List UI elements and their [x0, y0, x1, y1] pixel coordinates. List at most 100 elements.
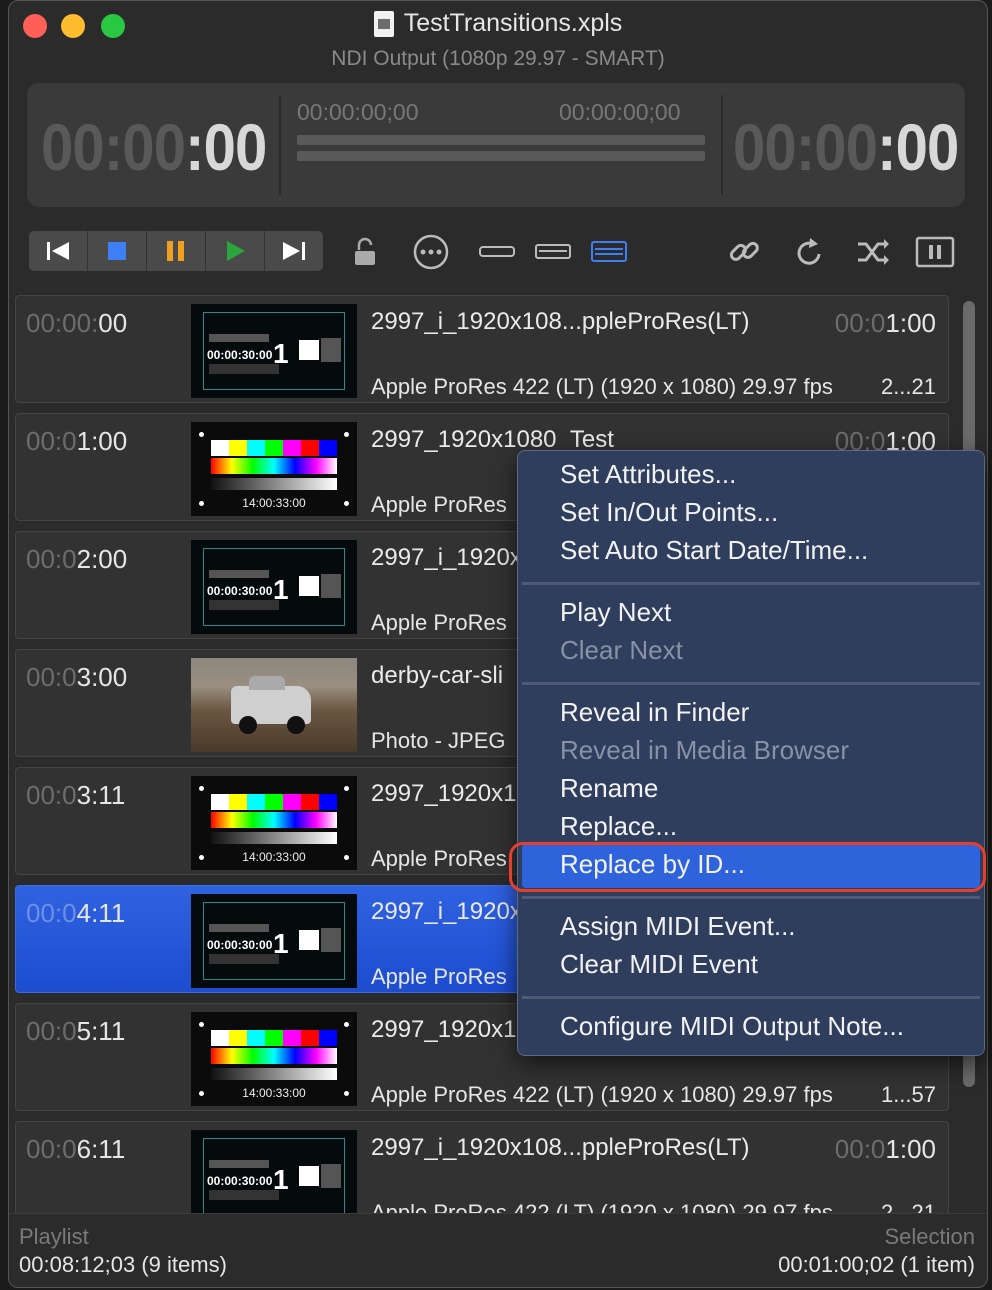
row-duration: 00:01:00 — [834, 308, 936, 338]
row-filename: 2997_i_1920x108...ppleProRes(LT) — [371, 1134, 750, 1161]
menu-item-set-attributes[interactable]: Set Attributes... — [560, 459, 736, 490]
row-start-timecode: 00:03:00 — [26, 662, 128, 692]
menu-item-set-in-out-points[interactable]: Set In/Out Points... — [560, 497, 778, 528]
status-footer: Playlist 00:08:12;03 (9 items) Selection… — [9, 1213, 987, 1287]
menu-separator — [522, 682, 980, 685]
row-start-timecode: 00:00:00 — [26, 308, 128, 338]
row-filename: 2997_i_1920x1 — [371, 544, 536, 571]
row-filename: derby-car-sli — [371, 662, 504, 689]
photo-thumbnail — [191, 658, 357, 752]
video-thumbnail: 14:00:33:00 — [191, 422, 357, 516]
menu-item-play-next[interactable]: Play Next — [560, 597, 671, 628]
play-icon — [227, 241, 245, 261]
row-start-timecode: 00:02:00 — [26, 544, 128, 574]
pause-icon — [167, 241, 184, 261]
skip-forward-icon — [283, 242, 305, 260]
small-tile-icon — [479, 246, 515, 257]
elapsed-timecode: 00:00:00 — [41, 110, 267, 184]
menu-item-set-auto-start-date-time[interactable]: Set Auto Start Date/Time... — [560, 535, 868, 566]
menu-separator — [522, 582, 980, 585]
row-format: Apple ProRes 422 (LT) (1920 x 1080) 29.9… — [371, 1082, 833, 1107]
video-thumbnail: 00:00:30:00 1 — [191, 1130, 357, 1213]
more-icon — [413, 234, 449, 270]
menu-item-replace[interactable]: Replace... — [560, 811, 677, 842]
row-start-timecode: 00:04:11 — [26, 898, 126, 928]
playlist-row[interactable]: 00:06:11 00:00:30:00 1 2997_i_1920x108...pp… — [15, 1121, 949, 1213]
pause-box-icon — [915, 236, 955, 268]
video-thumbnail: 14:00:33:00 — [191, 776, 357, 870]
menu-separator — [522, 896, 980, 899]
row-format: Apple ProRes 422 (LT) (1920 x 1080) 29.9… — [371, 374, 833, 399]
row-format: Apple ProRes — [371, 610, 507, 635]
row-start-timecode: 00:03:11 — [26, 780, 126, 810]
title-bar: TestTransitions.xpls — [9, 9, 987, 42]
row-extra: 2...21 — [880, 374, 936, 399]
large-tile-button[interactable] — [589, 233, 629, 271]
transport-controls — [29, 231, 323, 271]
row-duration: 00:01:00 — [834, 1134, 936, 1164]
more-button[interactable] — [411, 233, 451, 271]
video-thumbnail: 00:00:30:00 1 — [191, 540, 357, 634]
lock-icon — [355, 237, 375, 265]
menu-item-assign-midi-event[interactable]: Assign MIDI Event... — [560, 911, 796, 942]
video-thumbnail: 00:00:30:00 1 — [191, 894, 357, 988]
row-format: Apple ProRes — [371, 964, 507, 989]
playlist-row[interactable]: 00:00:00 00:00:30:00 1 2997_i_1920x108...pp… — [15, 295, 949, 403]
selection-duration: 00:01:00;02 (1 item) — [778, 1252, 975, 1277]
menu-item-clear-midi-event[interactable]: Clear MIDI Event — [560, 949, 758, 980]
context-menu: Set Attributes... Set In/Out Points... Set… — [517, 450, 985, 1056]
medium-tile-icon — [535, 244, 571, 259]
progress-bar[interactable] — [297, 135, 705, 145]
row-extra: 1...57 — [880, 1082, 936, 1107]
output-subtitle: NDI Output (1080p 29.97 - SMART) — [331, 47, 665, 70]
menu-separator — [522, 996, 980, 999]
document-icon — [373, 10, 394, 37]
small-tile-button[interactable] — [477, 233, 517, 271]
menu-item-reveal-in-media-browser: Reveal in Media Browser — [560, 735, 850, 765]
row-format: Apple ProRes — [371, 492, 507, 517]
pause-button[interactable] — [147, 231, 206, 271]
playlist-label: Playlist — [19, 1224, 89, 1249]
playlist-duration: 00:08:12;03 (9 items) — [19, 1252, 227, 1277]
row-format: Photo - JPEG — [371, 728, 506, 753]
repeat-button[interactable] — [789, 233, 829, 271]
selection-label: Selection — [884, 1224, 975, 1249]
pause-box-button[interactable] — [915, 233, 955, 271]
remaining-timecode: 00:00:00 — [733, 110, 959, 184]
skip-back-button[interactable] — [29, 231, 88, 271]
row-extra: 2...21 — [880, 1200, 936, 1213]
video-thumbnail: 14:00:33:00 — [191, 1012, 357, 1106]
window-title: TestTransitions.xpls — [403, 9, 623, 37]
shuffle-icon — [858, 239, 889, 265]
timecode-panel: 00:00:00 00:00:00;00 00:00:00;00 00:00:0… — [27, 83, 965, 207]
stop-button[interactable] — [88, 231, 147, 271]
row-format: Apple ProRes 422 (LT) (1920 x 1080) 29.9… — [371, 1200, 833, 1213]
start-timecode: 00:00:00;00 — [297, 99, 419, 125]
annotation-highlight-ring — [509, 842, 986, 892]
row-start-timecode: 00:06:11 — [26, 1134, 126, 1164]
video-thumbnail: 00:00:30:00 1 — [191, 304, 357, 398]
row-start-timecode: 00:05:11 — [26, 1016, 126, 1046]
row-filename: 2997_i_1920x108...ppleProRes(LT) — [371, 308, 750, 335]
skip-back-icon — [47, 242, 69, 260]
repeat-icon — [797, 238, 821, 265]
menu-item-configure-midi-output-note[interactable]: Configure MIDI Output Note... — [560, 1011, 904, 1042]
row-format: Apple ProRes — [371, 846, 507, 871]
link-icon — [729, 241, 759, 261]
medium-tile-button[interactable] — [533, 233, 573, 271]
play-button[interactable] — [206, 231, 265, 271]
stop-icon — [108, 242, 126, 260]
end-timecode: 00:00:00;00 — [559, 99, 681, 125]
link-button[interactable] — [725, 233, 765, 271]
lock-button[interactable] — [345, 233, 385, 271]
row-filename: 2997_1920x10 — [371, 1016, 530, 1043]
menu-item-clear-next: Clear Next — [560, 635, 683, 665]
skip-forward-button[interactable] — [265, 231, 323, 271]
menu-item-reveal-in-finder[interactable]: Reveal in Finder — [560, 697, 749, 728]
large-tile-icon — [591, 241, 627, 262]
row-filename: 2997_1920x10 — [371, 780, 530, 807]
shuffle-button[interactable] — [853, 233, 893, 271]
row-filename: 2997_i_1920x1 — [371, 898, 536, 925]
row-start-timecode: 00:01:00 — [26, 426, 128, 456]
menu-item-rename[interactable]: Rename — [560, 773, 658, 804]
